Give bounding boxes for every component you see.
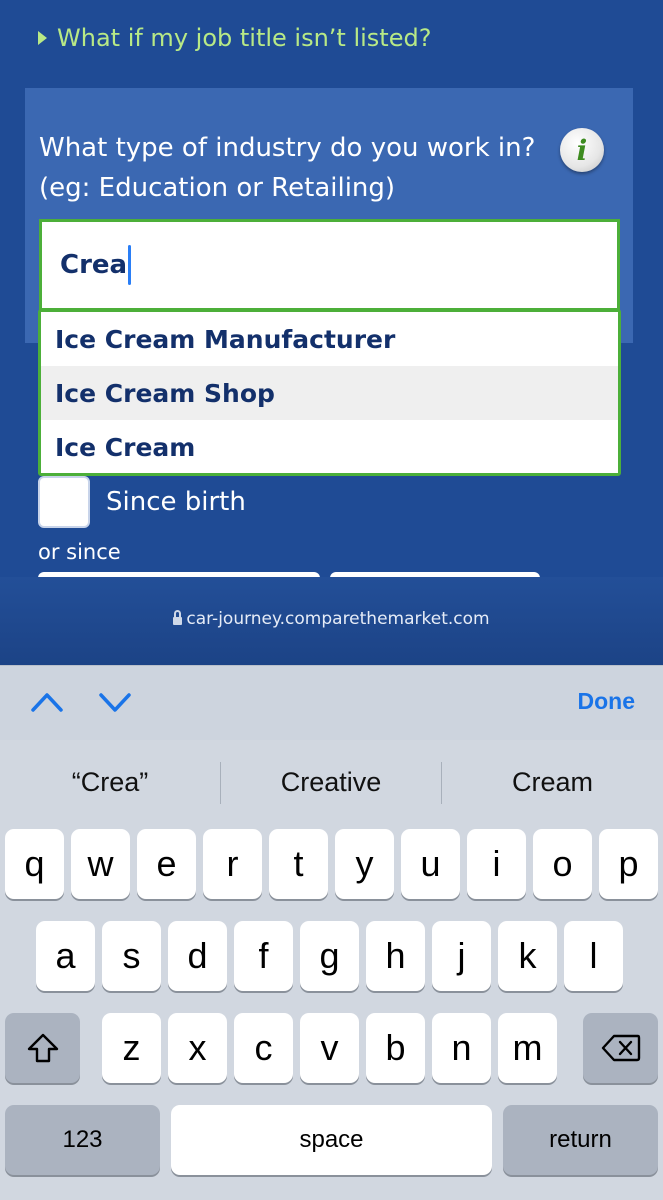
key-c[interactable]: c (234, 1013, 293, 1083)
key-x[interactable]: x (168, 1013, 227, 1083)
key-d[interactable]: d (168, 921, 227, 991)
key-t[interactable]: t (269, 829, 328, 899)
industry-question: What type of industry do you work in? (e… (39, 133, 536, 203)
prediction-item[interactable]: Cream (442, 740, 663, 824)
since-birth-label: Since birth (106, 487, 246, 517)
key-j[interactable]: j (432, 921, 491, 991)
key-o[interactable]: o (533, 829, 592, 899)
key-u[interactable]: u (401, 829, 460, 899)
info-icon[interactable]: i (560, 128, 604, 172)
or-since-label: or since (38, 540, 121, 564)
since-birth-row: Since birth (38, 476, 246, 528)
web-content: What if my job title isn’t listed? What … (0, 0, 663, 665)
key-w[interactable]: w (71, 829, 130, 899)
key-s[interactable]: s (102, 921, 161, 991)
text-caret (128, 245, 132, 285)
key-e[interactable]: e (137, 829, 196, 899)
key-k[interactable]: k (498, 921, 557, 991)
shift-key[interactable] (5, 1013, 80, 1083)
done-button[interactable]: Done (578, 688, 636, 715)
suggestion-item[interactable]: Ice Cream Shop (41, 366, 618, 420)
key-f[interactable]: f (234, 921, 293, 991)
next-field-chevron-down-icon[interactable] (98, 690, 132, 714)
industry-suggestions-list: Ice Cream Manufacturer Ice Cream Shop Ic… (38, 309, 621, 476)
keyboard-accessory-bar: Done (0, 665, 663, 740)
previous-field-chevron-up-icon[interactable] (30, 690, 64, 714)
since-birth-checkbox[interactable] (38, 476, 90, 528)
key-v[interactable]: v (300, 1013, 359, 1083)
industry-input[interactable]: Crea (39, 219, 620, 311)
numbers-key[interactable]: 123 (5, 1105, 160, 1175)
key-y[interactable]: y (335, 829, 394, 899)
key-i[interactable]: i (467, 829, 526, 899)
key-m[interactable]: m (498, 1013, 557, 1083)
key-n[interactable]: n (432, 1013, 491, 1083)
key-q[interactable]: q (5, 829, 64, 899)
lock-icon (173, 610, 183, 627)
browser-url-bar[interactable]: car-journey.comparethemarket.com (0, 577, 663, 665)
predictive-bar: “Crea” Creative Cream (0, 740, 663, 824)
suggestion-item[interactable]: Ice Cream Manufacturer (41, 312, 618, 366)
key-a[interactable]: a (36, 921, 95, 991)
key-z[interactable]: z (102, 1013, 161, 1083)
prediction-item[interactable]: Creative (221, 740, 441, 824)
key-r[interactable]: r (203, 829, 262, 899)
backspace-icon (601, 1034, 640, 1062)
job-title-help-text: What if my job title isn’t listed? (57, 24, 432, 52)
shift-arrow-icon (27, 1033, 58, 1063)
industry-input-value: Crea (60, 250, 128, 280)
key-l[interactable]: l (564, 921, 623, 991)
suggestion-item[interactable]: Ice Cream (41, 420, 618, 474)
return-key[interactable]: return (503, 1105, 658, 1175)
ios-keyboard: “Crea” Creative Cream q w e r t y u i o … (0, 740, 663, 1200)
disclosure-triangle-icon (38, 31, 47, 45)
key-h[interactable]: h (366, 921, 425, 991)
job-title-help-link[interactable]: What if my job title isn’t listed? (38, 24, 431, 52)
key-p[interactable]: p (599, 829, 658, 899)
key-g[interactable]: g (300, 921, 359, 991)
url-text: car-journey.comparethemarket.com (186, 609, 490, 629)
space-key[interactable]: space (171, 1105, 492, 1175)
delete-key[interactable] (583, 1013, 658, 1083)
key-b[interactable]: b (366, 1013, 425, 1083)
prediction-item[interactable]: “Crea” (0, 740, 220, 824)
